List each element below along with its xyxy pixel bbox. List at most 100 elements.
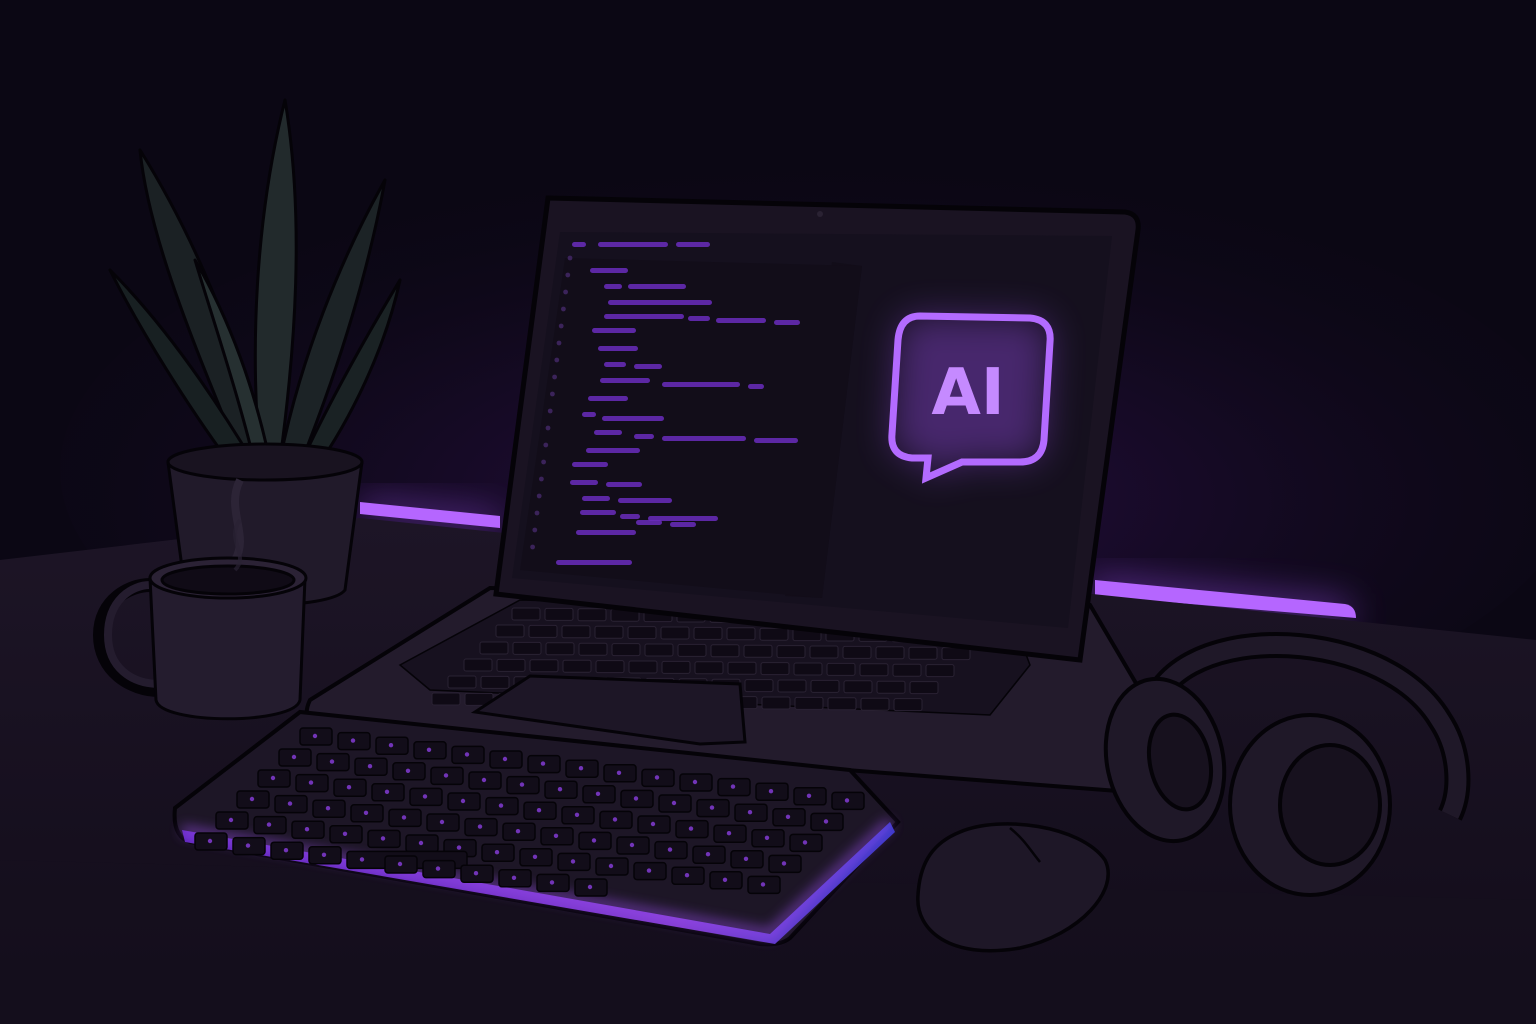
keycap-glow [291, 754, 297, 760]
laptop-key [909, 681, 939, 695]
code-line [716, 318, 766, 323]
keycap-glow [384, 789, 390, 794]
laptop-key [479, 641, 509, 655]
keycap-glow [646, 868, 652, 873]
laptop-key [644, 643, 674, 657]
code-line [580, 510, 616, 515]
keycap-glow [283, 848, 289, 853]
keycap-glow [616, 770, 622, 775]
laptop-key [627, 626, 657, 640]
laptop-key [661, 660, 691, 674]
keycap-glow [367, 764, 373, 769]
code-line [662, 436, 746, 441]
code-line [628, 284, 686, 289]
code-line [634, 364, 662, 369]
keycap-glow [308, 780, 314, 785]
laptop-key [447, 675, 477, 689]
laptop-key [893, 698, 923, 712]
keycap-glow [650, 821, 656, 827]
keycap-glow [844, 798, 850, 803]
code-line [572, 462, 608, 467]
laptop-key [726, 627, 756, 641]
line-number-dot [539, 476, 544, 482]
keycap-glow [312, 733, 318, 739]
code-line [604, 362, 626, 367]
keycap-glow [498, 803, 504, 808]
laptop-key [727, 661, 757, 675]
line-number-dot [565, 272, 571, 278]
laptop-key [793, 662, 823, 676]
line-number-dot [552, 374, 557, 380]
line-number-dot [547, 408, 553, 414]
keycap-glow [743, 856, 749, 861]
keycap-glow [515, 829, 521, 834]
laptop-key [431, 692, 461, 706]
keycap-glow [359, 857, 365, 862]
code-line [586, 448, 640, 453]
line-number-dot [532, 527, 538, 533]
code-line [620, 514, 640, 519]
code-line [774, 320, 800, 325]
laptop-key [759, 627, 789, 641]
webcam [817, 211, 823, 217]
code-line [570, 480, 598, 485]
line-number-dot [541, 459, 546, 465]
line-number-dot [534, 510, 540, 516]
laptop-key [544, 607, 574, 621]
laptop-key [463, 658, 493, 672]
code-line [618, 498, 672, 503]
code-line [754, 438, 798, 443]
laptop-key [496, 658, 526, 672]
code-line [662, 382, 740, 387]
line-number-dot [554, 357, 560, 363]
keycap-glow [350, 738, 356, 743]
keycap-glow [270, 775, 276, 781]
code-line [556, 560, 632, 565]
laptop-key [660, 626, 690, 640]
keycap-glow [781, 861, 787, 866]
keycap-glow [587, 884, 593, 890]
keycap-glow [591, 838, 597, 843]
keycap-glow [519, 782, 525, 787]
keycap-glow [207, 838, 213, 844]
laptop-key [794, 696, 824, 710]
laptop-key [810, 679, 840, 693]
keycap-glow [342, 831, 348, 836]
laptop-key [628, 660, 658, 674]
laptop-key [876, 680, 906, 694]
keycap-glow [245, 843, 251, 848]
laptop-key [859, 663, 889, 677]
keycap-glow [768, 789, 774, 794]
laptop-key [743, 644, 773, 658]
laptop-key [511, 607, 541, 621]
desk-scene: AI [0, 0, 1536, 1024]
code-line [636, 520, 662, 525]
keycap-glow [747, 810, 753, 815]
code-line [572, 242, 586, 247]
code-line [604, 314, 684, 319]
laptop-key [611, 643, 641, 657]
keycap-glow [709, 805, 715, 810]
code-line [634, 434, 654, 439]
keycap-glow [502, 756, 508, 762]
keycap-glow [477, 824, 483, 829]
keycap-glow [304, 827, 310, 832]
laptop-key [842, 645, 872, 659]
code-editor [520, 258, 862, 598]
keycap-glow [549, 880, 555, 885]
line-number-dot [545, 425, 551, 431]
laptop-key [561, 625, 591, 639]
keycap-glow [401, 815, 407, 820]
code-line [604, 284, 622, 289]
keycap-glow [481, 777, 487, 783]
keycap-glow [612, 817, 618, 822]
keycap-glow [764, 835, 770, 840]
laptop-key [827, 697, 857, 711]
laptop-key [545, 642, 575, 656]
laptop-key [595, 660, 625, 674]
ai-chat-badge: AI [888, 312, 1054, 484]
keycap-glow [473, 871, 479, 876]
code-line [748, 384, 764, 389]
code-line [670, 522, 696, 527]
keycap-glow [806, 793, 812, 798]
